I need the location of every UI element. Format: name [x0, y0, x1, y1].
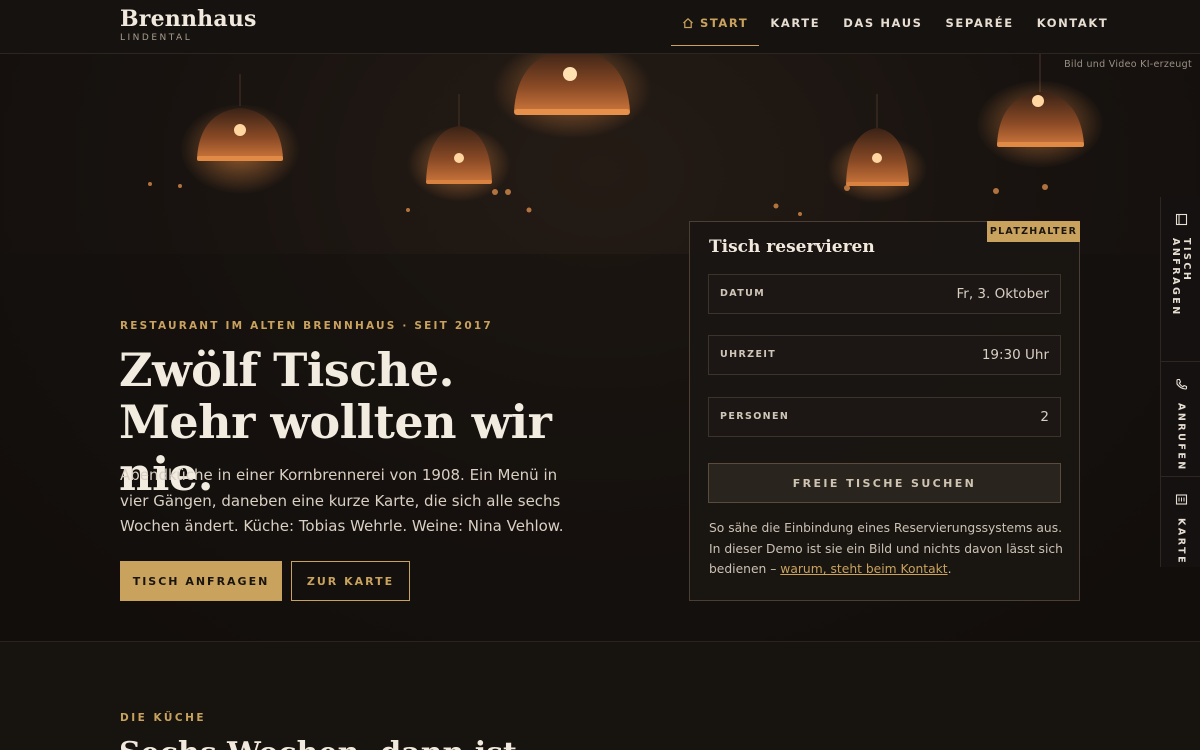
nav-item-start[interactable]: START [671, 0, 760, 46]
find-tables-button[interactable]: FREIE TISCHE SUCHEN [708, 463, 1061, 503]
contact-link[interactable]: warum, steht beim Kontakt [780, 562, 947, 576]
phone-icon [1175, 376, 1188, 395]
date-label: DATUM [720, 288, 766, 299]
side-tab-menu[interactable]: KARTE [1161, 476, 1200, 567]
side-tab-request-table[interactable]: TISCH ANFRAGEN [1161, 197, 1200, 361]
reservation-note-end: . [947, 562, 952, 576]
brand-name: Brennhaus [120, 6, 257, 32]
nav-label-start: START [700, 15, 749, 30]
to-menu-button[interactable]: ZUR KARTE [291, 561, 410, 601]
hero-section: Bild und Video KI-erzeugt RESTAURANT IM … [0, 54, 1200, 641]
time-label: UHRZEIT [720, 349, 777, 360]
ai-generated-note: Bild und Video KI-erzeugt [1064, 59, 1192, 70]
nav-item-das-haus[interactable]: DAS HAUS [843, 0, 922, 46]
side-tabs: TISCH ANFRAGEN ANRUFEN KARTE [1160, 197, 1200, 567]
reservation-widget: PLATZHALTER Tisch reservieren DATUM Fr, … [689, 221, 1080, 601]
brand-subtitle: LINDENTAL [120, 33, 193, 43]
persons-value: 2 [1040, 409, 1049, 425]
kitchen-title: Sechs Wochen, dann ist [119, 736, 517, 750]
side-tab-menu-label: KARTE [1175, 518, 1187, 566]
time-value: 19:30 Uhr [981, 347, 1049, 363]
date-value: Fr, 3. Oktober [956, 286, 1049, 302]
main-nav: START KARTE DAS HAUS SEPARÉE KONTAKT [671, 0, 1131, 54]
brand-logo[interactable]: Brennhaus LINDENTAL [120, 6, 257, 43]
hero-eyebrow: RESTAURANT IM ALTEN BRENNHAUS · SEIT 201… [120, 320, 493, 332]
nav-item-kontakt[interactable]: KONTAKT [1037, 0, 1109, 46]
date-field[interactable]: DATUM Fr, 3. Oktober [708, 274, 1061, 314]
reservation-title: Tisch reservieren [709, 237, 875, 257]
book-icon [1175, 211, 1188, 230]
nav-item-separee[interactable]: SEPARÉE [946, 0, 1014, 46]
reservation-note: So sähe die Einbindung eines Reservierun… [709, 518, 1069, 580]
hero-lead-text: Abendküche in einer Kornbrennerei von 19… [120, 466, 564, 535]
home-icon [682, 17, 694, 29]
placeholder-badge: PLATZHALTER [987, 221, 1080, 242]
side-tab-call[interactable]: ANRUFEN [1161, 361, 1200, 476]
persons-label: PERSONEN [720, 411, 790, 422]
nav-item-karte[interactable]: KARTE [770, 0, 820, 46]
side-tab-call-label: ANRUFEN [1175, 403, 1187, 472]
site-header: Brennhaus LINDENTAL START KARTE DAS HAUS… [0, 0, 1200, 54]
menu-card-icon [1175, 491, 1188, 510]
persons-field[interactable]: PERSONEN 2 [708, 397, 1061, 437]
request-table-button[interactable]: TISCH ANFRAGEN [120, 561, 282, 601]
time-field[interactable]: UHRZEIT 19:30 Uhr [708, 335, 1061, 375]
side-tab-request-table-label: TISCH ANFRAGEN [1170, 238, 1192, 317]
kitchen-section: DIE KÜCHE Sechs Wochen, dann ist [0, 641, 1200, 750]
kitchen-eyebrow: DIE KÜCHE [120, 712, 207, 724]
